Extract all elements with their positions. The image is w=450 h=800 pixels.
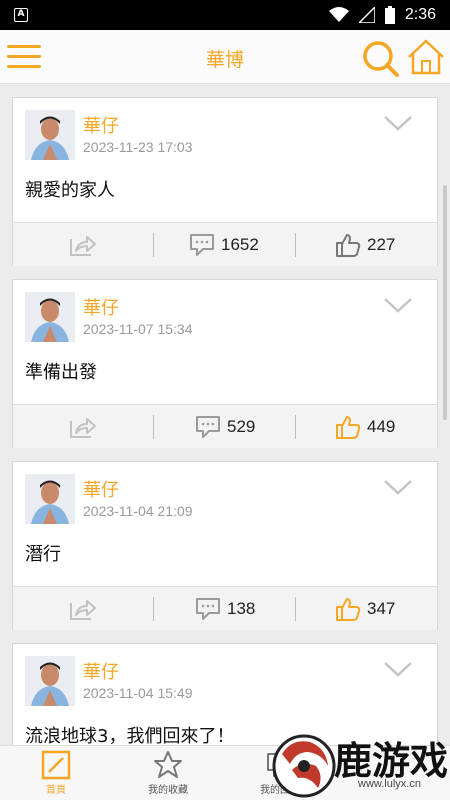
- like-button[interactable]: 449: [335, 405, 395, 449]
- thumbs-up-icon: [336, 598, 361, 621]
- post-actions: 138 347: [13, 586, 437, 630]
- post-content[interactable]: 潛行: [25, 540, 61, 566]
- post-author[interactable]: 華仔: [83, 294, 119, 320]
- like-count: 347: [367, 599, 396, 618]
- post-card[interactable]: 華仔 2023-11-07 15:34 準備出發 529 449: [12, 279, 438, 448]
- divider: [153, 597, 154, 621]
- post-actions: 529 449: [13, 404, 437, 448]
- share-icon: [70, 236, 96, 256]
- watermark-text: 鹿游戏: [334, 738, 449, 783]
- wifi-icon: [328, 7, 349, 22]
- status-icons: 2:36: [328, 5, 436, 25]
- chevron-down-icon[interactable]: [383, 296, 413, 314]
- comment-count: 529: [227, 417, 256, 436]
- post-card[interactable]: 華仔 2023-11-23 17:03 親愛的家人 1652 227: [12, 97, 438, 266]
- share-button[interactable]: [69, 405, 97, 449]
- comment-count: 1652: [221, 235, 259, 254]
- share-icon: [70, 600, 96, 620]
- status-bar: A 2:36: [0, 0, 450, 30]
- comment-button[interactable]: 529: [195, 405, 255, 449]
- star-icon: [154, 751, 182, 778]
- post-author[interactable]: 華仔: [83, 658, 119, 684]
- share-button[interactable]: [69, 587, 97, 631]
- clock: 2:36: [404, 6, 436, 23]
- post-content[interactable]: 準備出發: [25, 358, 97, 384]
- divider: [295, 233, 296, 257]
- thumbs-up-icon: [336, 234, 361, 257]
- post-date: 2023-11-04 21:09: [83, 503, 193, 519]
- watermark-url: www.lulyx.cn: [358, 778, 421, 790]
- post-date: 2023-11-07 15:34: [83, 321, 193, 337]
- divider: [295, 597, 296, 621]
- comment-button[interactable]: 1652: [189, 223, 259, 267]
- post-date: 2023-11-23 17:03: [83, 139, 193, 155]
- app-header: 華博: [0, 30, 450, 84]
- tab-home[interactable]: 首頁: [0, 746, 112, 800]
- post-actions: 1652 227: [13, 222, 437, 266]
- comment-icon: [190, 234, 214, 256]
- app-notification-icon: A: [14, 8, 28, 22]
- scrollbar[interactable]: [443, 185, 447, 420]
- comment-icon: [196, 416, 220, 438]
- watermark: 鹿游戏 www.lulyx.cn: [262, 722, 450, 800]
- post-content[interactable]: 親愛的家人: [25, 176, 115, 202]
- deer-logo-icon: [272, 734, 336, 798]
- post-author[interactable]: 華仔: [83, 112, 119, 138]
- divider: [153, 415, 154, 439]
- post-content[interactable]: 流浪地球3，我們回來了！: [25, 722, 234, 745]
- signal-icon: [358, 7, 375, 23]
- tab-label: 首頁: [46, 785, 66, 796]
- battery-icon: [384, 6, 395, 24]
- comment-button[interactable]: 138: [195, 587, 255, 631]
- avatar[interactable]: [25, 474, 75, 524]
- share-icon: [70, 418, 96, 438]
- comment-count: 138: [227, 599, 256, 618]
- comment-icon: [196, 598, 220, 620]
- search-icon[interactable]: [360, 38, 400, 78]
- divider: [153, 233, 154, 257]
- like-count: 227: [367, 235, 396, 254]
- chevron-down-icon[interactable]: [383, 478, 413, 496]
- like-button[interactable]: 227: [335, 223, 395, 267]
- avatar[interactable]: [25, 656, 75, 706]
- chevron-down-icon[interactable]: [383, 660, 413, 678]
- thumbs-up-icon: [336, 416, 361, 439]
- chevron-down-icon[interactable]: [383, 114, 413, 132]
- avatar[interactable]: [25, 292, 75, 342]
- tab-label: 我的收藏: [148, 785, 188, 796]
- like-button[interactable]: 347: [335, 587, 395, 631]
- pencil-icon: [41, 750, 71, 780]
- like-count: 449: [367, 417, 396, 436]
- tab-favorites[interactable]: 我的收藏: [112, 746, 224, 800]
- post-author[interactable]: 華仔: [83, 476, 119, 502]
- avatar[interactable]: [25, 110, 75, 160]
- post-feed[interactable]: 華仔 2023-11-23 17:03 親愛的家人 1652 227 華仔 20…: [0, 85, 450, 745]
- share-button[interactable]: [69, 223, 97, 267]
- home-icon[interactable]: [406, 37, 446, 77]
- post-date: 2023-11-04 15:49: [83, 685, 193, 701]
- divider: [295, 415, 296, 439]
- post-card[interactable]: 華仔 2023-11-04 21:09 潛行 138 347: [12, 461, 438, 630]
